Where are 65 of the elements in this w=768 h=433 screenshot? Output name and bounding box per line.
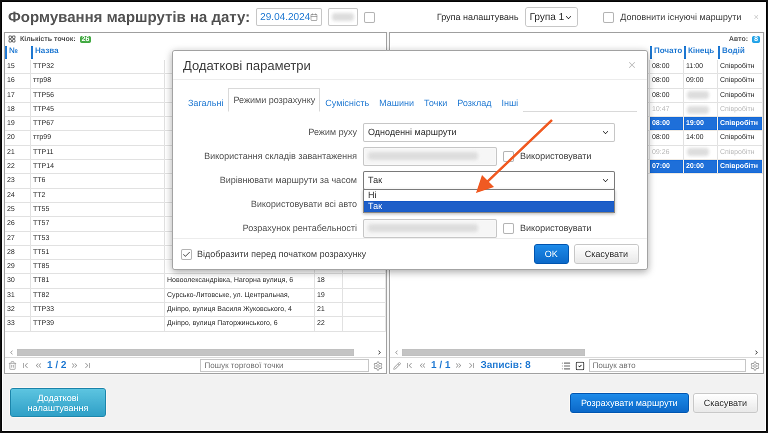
checkbox[interactable] xyxy=(181,248,192,260)
append-routes-label: Доповнити існуючі маршрути xyxy=(620,12,742,22)
table-cell xyxy=(343,317,386,332)
page-title: Формування маршрутів на дату: xyxy=(8,8,250,26)
column-header[interactable]: Кінець xyxy=(684,46,718,59)
time-field[interactable] xyxy=(328,8,358,26)
date-field[interactable]: 29.04.2024 xyxy=(256,8,322,26)
car-search-field[interactable]: Пошук авто xyxy=(588,359,746,372)
column-header[interactable]: Водій xyxy=(718,46,763,59)
calendar-icon[interactable] xyxy=(310,12,318,22)
dropdown-option[interactable]: Ні xyxy=(364,190,614,202)
dialog-title: Додаткові параметри xyxy=(183,58,311,73)
first-page-icon[interactable] xyxy=(404,361,414,370)
column-header[interactable]: № xyxy=(5,46,31,59)
page-indicator: 1 / 1 xyxy=(430,360,450,371)
tab[interactable]: Режими розрахунку xyxy=(228,88,320,112)
select-field[interactable]: Одноденні маршрути xyxy=(363,122,615,142)
last-page-icon[interactable] xyxy=(467,361,476,370)
scroll-right-icon[interactable] xyxy=(753,348,760,356)
field-label: Розрахунок рентабельності xyxy=(242,223,357,234)
use-label: Використовувати xyxy=(520,223,592,234)
field-label: Режим руху xyxy=(307,127,357,138)
calculate-routes-button[interactable]: Розрахувати маршрути xyxy=(570,392,689,412)
scroll-left-icon[interactable] xyxy=(8,348,15,356)
next-page-icon[interactable] xyxy=(454,361,464,370)
close-icon[interactable] xyxy=(753,12,760,22)
previous-page-icon[interactable] xyxy=(418,361,427,370)
field-label: Використовувати всі авто xyxy=(250,199,357,210)
scrollbar-thumb[interactable] xyxy=(17,348,354,356)
table-cell xyxy=(343,288,386,304)
previous-page-icon[interactable] xyxy=(34,361,43,370)
group-select[interactable]: Група 1 xyxy=(524,7,578,27)
redacted-cell xyxy=(684,88,718,103)
settings-icon[interactable] xyxy=(372,360,383,370)
point-search-field[interactable]: Пошук торгової точки xyxy=(200,359,369,372)
ok-button[interactable]: OK xyxy=(534,244,569,264)
table-cell xyxy=(343,274,386,289)
grid-icon[interactable] xyxy=(8,35,16,43)
field-label: Вирівнювати маршрути за часом xyxy=(218,175,357,186)
field-label: Використання складів завантаження xyxy=(203,151,357,162)
scroll-left-icon[interactable] xyxy=(392,348,400,356)
cancel-button[interactable]: Скасувати xyxy=(574,244,639,264)
records-count: Записів: 8 xyxy=(480,360,531,371)
pencil-icon[interactable] xyxy=(392,362,401,370)
cancel-button[interactable]: Скасувати xyxy=(692,392,758,412)
check-square-icon[interactable] xyxy=(574,360,585,370)
scroll-right-icon[interactable] xyxy=(376,348,383,356)
scrollbar-thumb[interactable] xyxy=(402,348,586,356)
trash-icon[interactable] xyxy=(8,361,17,370)
checkbox[interactable] xyxy=(364,12,376,22)
next-page-icon[interactable] xyxy=(70,361,80,370)
last-page-icon[interactable] xyxy=(83,361,92,370)
checkbox[interactable] xyxy=(603,12,614,22)
group-label: Група налаштувань xyxy=(436,12,519,22)
select-field[interactable]: Так xyxy=(363,170,615,190)
show-before-label: Відобразити перед початком розрахунку xyxy=(197,249,366,260)
use-label: Використовувати xyxy=(520,151,592,162)
dropdown-option[interactable]: Так xyxy=(364,201,614,212)
extra-settings-button[interactable]: Додаткові налаштування xyxy=(10,388,106,417)
close-icon[interactable] xyxy=(627,60,637,70)
first-page-icon[interactable] xyxy=(21,361,30,370)
page-indicator: 1 / 2 xyxy=(47,360,66,371)
settings-icon[interactable] xyxy=(750,360,760,370)
table-cell xyxy=(343,303,386,318)
column-header[interactable]: Назва xyxy=(31,46,165,59)
